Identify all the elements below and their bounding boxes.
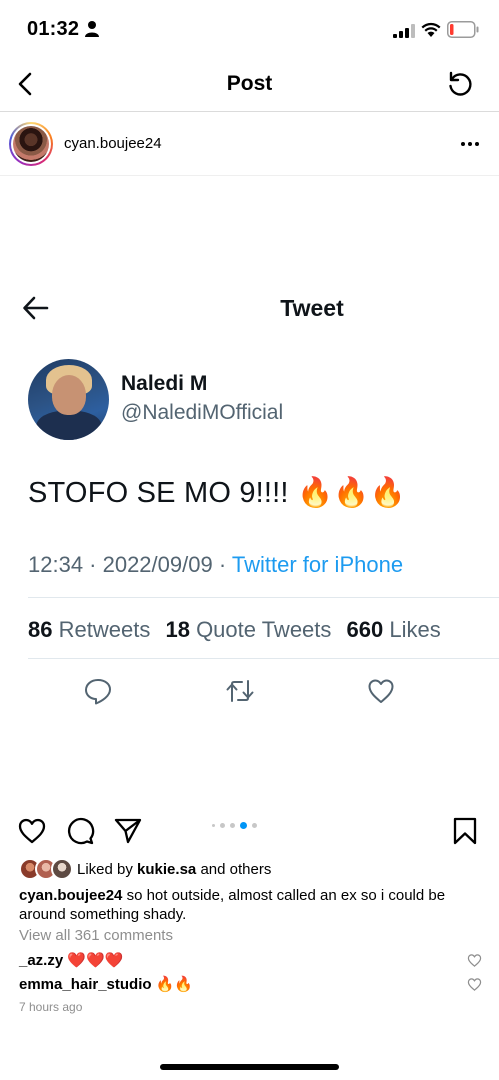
- more-dot-icon: [461, 142, 465, 146]
- tweet-meta: 12:34 · 2022/09/09 · Twitter for iPhone: [28, 552, 403, 578]
- liker-avatar: [51, 858, 73, 880]
- liked-by-user[interactable]: kukie.sa: [137, 861, 196, 878]
- comment-text: 🔥🔥: [155, 976, 194, 993]
- comment-username[interactable]: emma_hair_studio: [19, 976, 152, 993]
- tweet-timestamp: 12:34 · 2022/09/09 ·: [28, 552, 227, 577]
- post-header: Post: [0, 58, 499, 112]
- carousel-dot: [252, 823, 257, 828]
- tweet-author-name: Naledi M: [121, 372, 208, 395]
- like-button-heart-icon[interactable]: [17, 816, 47, 846]
- comment-like-heart-icon[interactable]: [467, 953, 482, 968]
- like-heart-icon: [368, 679, 394, 703]
- retweet-icon: [226, 680, 254, 702]
- liked-by-text: Liked by kukie.sa and others: [77, 860, 272, 878]
- tweet-author-handle: @NalediMOfficial: [121, 401, 284, 424]
- post-media[interactable]: Tweet Naledi M @NalediMOfficial STOFO SE…: [0, 176, 499, 800]
- liked-by-row[interactable]: Liked by kukie.sa and others: [19, 857, 271, 881]
- home-indicator[interactable]: [160, 1064, 339, 1070]
- page-title: Post: [226, 72, 273, 95]
- tweet-text: STOFO SE MO 9!!!! 🔥🔥🔥: [28, 477, 406, 509]
- retweets-stat: 86 Retweets: [28, 617, 151, 642]
- reply-icon: [85, 679, 111, 705]
- post-timestamp: 7 hours ago: [19, 1000, 83, 1014]
- post-caption: cyan.boujee24 so hot outside, almost cal…: [19, 886, 484, 924]
- tweet-source: Twitter for iPhone: [231, 552, 404, 577]
- view-all-comments-link[interactable]: View all 361 comments: [19, 927, 173, 944]
- tweet-stats: 86 Retweets 18 Quote Tweets 660 Likes: [28, 617, 450, 643]
- liked-by-avatars: [19, 858, 75, 880]
- cellular-signal-icon: [393, 24, 415, 38]
- comment-like-heart-icon[interactable]: [467, 977, 482, 992]
- author-avatar[interactable]: [9, 122, 53, 166]
- post-author-row: cyan.boujee24: [0, 112, 499, 176]
- save-button-bookmark-icon[interactable]: [450, 816, 480, 846]
- author-avatar-image: [13, 126, 49, 162]
- share-button-paper-plane-icon[interactable]: [113, 816, 143, 846]
- comment-text: ❤️❤️❤️: [67, 952, 124, 969]
- person-icon: [85, 21, 99, 37]
- divider: [28, 597, 499, 598]
- comment-button-icon[interactable]: [65, 816, 95, 846]
- wifi-icon: [421, 22, 441, 37]
- carousel-dot: [212, 824, 215, 827]
- carousel-dot: [220, 823, 225, 828]
- post-action-bar: [0, 810, 499, 850]
- quote-tweets-stat: 18 Quote Tweets: [165, 617, 332, 642]
- more-dot-icon: [468, 142, 472, 146]
- comment-item: _az.zy ❤️❤️❤️: [19, 951, 123, 969]
- refresh-icon: [449, 71, 472, 96]
- tweet-heading: Tweet: [280, 295, 344, 321]
- carousel-dot: [230, 823, 235, 828]
- carousel-dot-active: [240, 822, 247, 829]
- author-username[interactable]: cyan.boujee24: [64, 135, 162, 152]
- comment-item: emma_hair_studio 🔥🔥: [19, 975, 193, 993]
- more-options-button[interactable]: [458, 134, 482, 154]
- caption-username[interactable]: cyan.boujee24: [19, 887, 122, 904]
- battery-icon: [447, 21, 479, 38]
- more-dot-icon: [475, 142, 479, 146]
- carousel-indicator: [212, 822, 257, 829]
- comment-username[interactable]: _az.zy: [19, 952, 63, 969]
- tweet-author-avatar: [28, 359, 109, 440]
- likes-stat: 660 Likes: [346, 617, 441, 642]
- divider: [28, 658, 499, 659]
- status-time: 01:32: [27, 18, 80, 40]
- refresh-button[interactable]: [445, 69, 475, 99]
- status-bar: 01:32: [0, 0, 499, 58]
